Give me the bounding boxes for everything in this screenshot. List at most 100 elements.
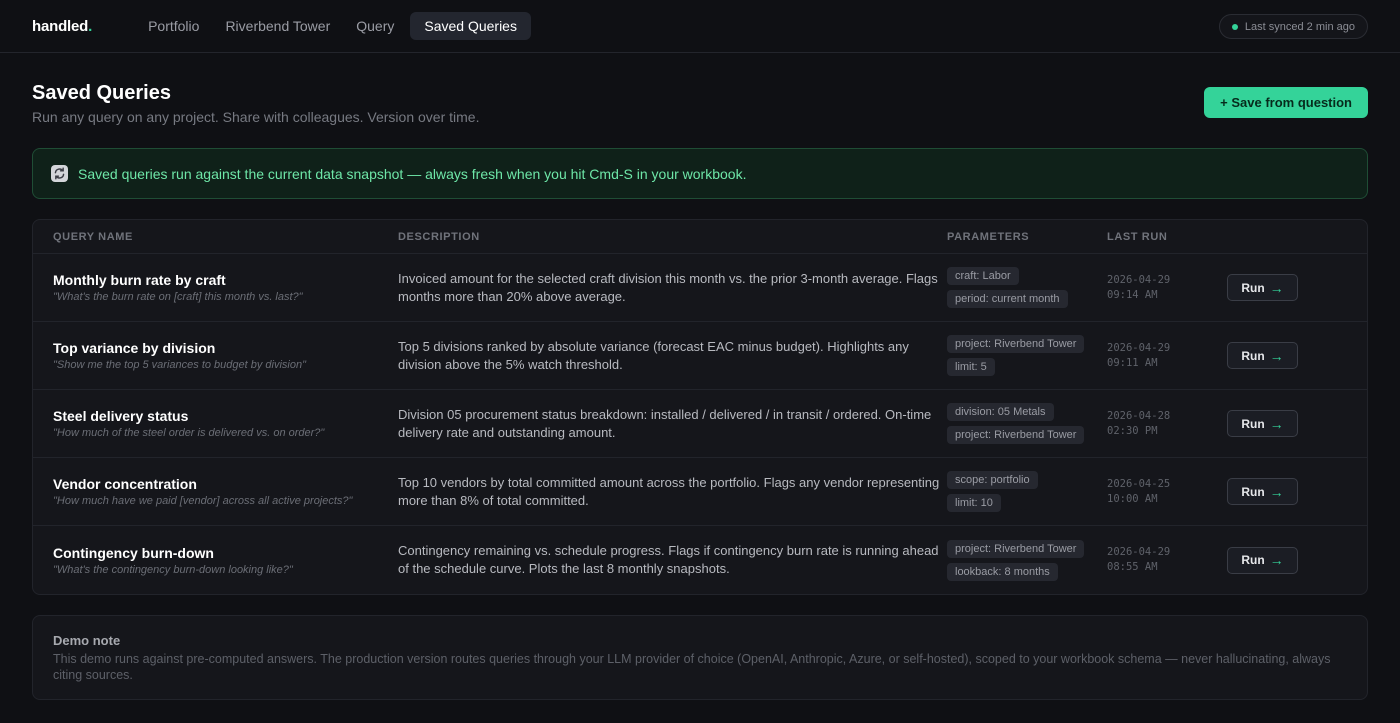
last-run-timestamp: 2026-04-25 10:00 AM <box>1107 477 1227 507</box>
nav-item-saved-queries[interactable]: Saved Queries <box>410 12 531 40</box>
query-name-cell: Monthly burn rate by craft "What's the b… <box>33 272 398 303</box>
page-header: Saved Queries Run any query on any proje… <box>32 53 1368 148</box>
nav-item-query[interactable]: Query <box>346 12 404 40</box>
parameter-chip: lookback: 8 months <box>947 562 1058 581</box>
run-button[interactable]: Run → <box>1227 478 1298 505</box>
action-cell: Run → <box>1227 342 1367 369</box>
query-description: Top 5 divisions ranked by absolute varia… <box>398 338 909 372</box>
run-button-label: Run <box>1241 280 1265 295</box>
column-header-query-name: QUERY NAME <box>53 230 133 243</box>
column-header-parameters: PARAMETERS <box>947 230 1030 243</box>
top-nav-bar: handled. Portfolio Riverbend Tower Query… <box>0 0 1400 53</box>
page-content: Saved Queries Run any query on any proje… <box>0 53 1400 700</box>
query-description: Invoiced amount for the selected craft d… <box>398 270 938 304</box>
table-row: Steel delivery status "How much of the s… <box>33 390 1367 458</box>
arrow-right-icon: → <box>1269 552 1284 568</box>
logo[interactable]: handled. <box>32 18 92 35</box>
arrow-right-icon: → <box>1269 483 1284 500</box>
sync-status-badge: Last synced 2 min ago <box>1218 14 1368 39</box>
query-name[interactable]: Vendor concentration <box>53 476 398 492</box>
query-parameters: project: Riverbend Tower limit: 5 <box>947 334 1107 377</box>
arrow-right-icon: → <box>1269 415 1284 432</box>
query-name-cell: Steel delivery status "How much of the s… <box>33 408 398 439</box>
last-run-timestamp: 2026-04-29 09:14 AM <box>1107 273 1227 303</box>
page-title: Saved Queries <box>32 82 171 104</box>
query-prompt: "How much of the steel order is delivere… <box>53 427 325 439</box>
query-name[interactable]: Top variance by division <box>53 340 398 356</box>
last-run-time: 10:00 AM <box>1107 492 1158 505</box>
run-button-label: Run <box>1241 484 1265 499</box>
save-from-question-button[interactable]: + Save from question <box>1204 87 1368 118</box>
action-cell: Run → <box>1227 546 1367 574</box>
parameter-chip: limit: 5 <box>947 358 995 376</box>
last-run-date: 2026-04-29 <box>1107 546 1171 558</box>
last-run-date: 2026-04-28 <box>1107 409 1171 422</box>
query-name-cell: Vendor concentration "How much have we p… <box>33 476 398 507</box>
parameter-chip: scope: portfolio <box>947 471 1038 489</box>
nav-item-portfolio[interactable]: Portfolio <box>138 12 209 40</box>
info-banner-text: Saved queries run against the current da… <box>78 165 747 182</box>
last-run-time: 09:11 AM <box>1107 356 1158 369</box>
run-button[interactable]: Run → <box>1227 342 1298 369</box>
query-prompt: "Show me the top 5 variances to budget b… <box>53 359 307 371</box>
query-description: Top 10 vendors by total committed amount… <box>398 474 940 508</box>
arrow-right-icon: → <box>1269 347 1284 364</box>
table-header: QUERY NAME DESCRIPTION PARAMETERS LAST R… <box>33 220 1367 254</box>
demo-note: Demo note This demo runs against pre-com… <box>32 615 1368 700</box>
run-button[interactable]: Run → <box>1227 546 1298 574</box>
info-banner: Saved queries run against the current da… <box>32 148 1368 199</box>
logo-text: handled <box>32 17 89 35</box>
last-run-timestamp: 2026-04-29 09:11 AM <box>1107 341 1227 371</box>
saved-queries-table: QUERY NAME DESCRIPTION PARAMETERS LAST R… <box>32 219 1368 595</box>
last-run-timestamp: 2026-04-28 02:30 PM <box>1107 409 1227 439</box>
query-name-cell: Top variance by division "Show me the to… <box>33 340 398 371</box>
logo-dot: . <box>88 17 93 35</box>
parameter-chip: period: current month <box>947 290 1068 308</box>
action-cell: Run → <box>1227 478 1367 505</box>
last-run-time: 02:30 PM <box>1107 424 1158 437</box>
query-description: Division 05 procurement status breakdown… <box>398 406 932 440</box>
main-nav: Portfolio Riverbend Tower Query Saved Qu… <box>138 12 531 40</box>
table-row: Contingency burn-down "What's the contin… <box>33 526 1367 594</box>
parameter-chip: division: 05 Metals <box>947 403 1054 421</box>
action-cell: Run → <box>1227 410 1367 437</box>
query-description: Contingency remaining vs. schedule progr… <box>398 543 939 576</box>
run-button[interactable]: Run → <box>1227 410 1298 437</box>
parameter-chip: project: Riverbend Tower <box>947 335 1085 353</box>
parameter-chip: craft: Labor <box>947 267 1019 285</box>
query-name[interactable]: Contingency burn-down <box>53 545 398 561</box>
last-run-timestamp: 2026-04-29 08:55 AM <box>1107 545 1227 575</box>
query-prompt: "What's the burn rate on [craft] this mo… <box>53 291 303 303</box>
query-name-cell: Contingency burn-down "What's the contin… <box>33 545 398 576</box>
run-button-label: Run <box>1241 416 1265 431</box>
table-row: Vendor concentration "How much have we p… <box>33 458 1367 526</box>
last-run-date: 2026-04-25 <box>1107 477 1171 490</box>
sync-status-dot-icon <box>1231 23 1238 30</box>
parameter-chip: project: Riverbend Tower <box>947 539 1085 558</box>
demo-note-title: Demo note <box>53 633 121 648</box>
column-header-description: DESCRIPTION <box>398 230 480 243</box>
table-row: Monthly burn rate by craft "What's the b… <box>33 254 1367 322</box>
parameter-chip: limit: 10 <box>947 494 1001 512</box>
query-parameters: craft: Labor period: current month <box>947 266 1107 309</box>
last-run-date: 2026-04-29 <box>1107 341 1171 354</box>
demo-note-body: This demo runs against pre-computed answ… <box>53 652 1331 682</box>
action-cell: Run → <box>1227 274 1367 301</box>
column-header-last-run: LAST RUN <box>1107 230 1168 243</box>
table-row: Top variance by division "Show me the to… <box>33 322 1367 390</box>
parameter-chip: project: Riverbend Tower <box>947 426 1085 444</box>
query-name[interactable]: Monthly burn rate by craft <box>53 272 398 288</box>
query-name[interactable]: Steel delivery status <box>53 408 398 424</box>
refresh-icon <box>51 165 68 182</box>
arrow-right-icon: → <box>1269 279 1284 296</box>
query-parameters: project: Riverbend Tower lookback: 8 mon… <box>947 539 1107 582</box>
query-prompt: "What's the contingency burn-down lookin… <box>53 563 293 576</box>
page-subtitle: Run any query on any project. Share with… <box>32 109 480 125</box>
nav-item-riverbend-tower[interactable]: Riverbend Tower <box>215 12 340 40</box>
last-run-date: 2026-04-29 <box>1107 273 1171 286</box>
query-prompt: "How much have we paid [vendor] across a… <box>53 495 353 507</box>
run-button-label: Run <box>1241 553 1265 567</box>
query-parameters: division: 05 Metals project: Riverbend T… <box>947 402 1107 445</box>
run-button[interactable]: Run → <box>1227 274 1298 301</box>
run-button-label: Run <box>1241 348 1265 363</box>
